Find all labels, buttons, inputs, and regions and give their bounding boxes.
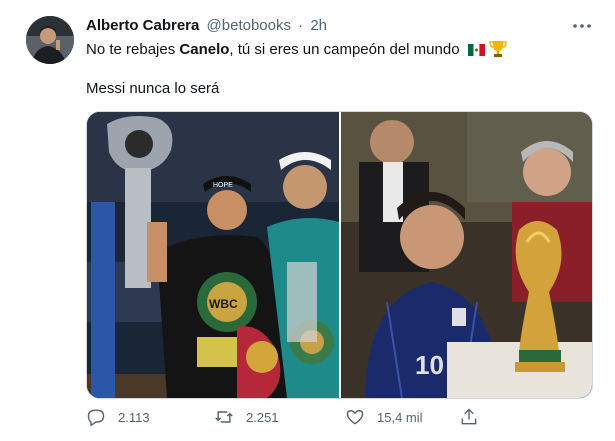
tweet[interactable]: Alberto Cabrera @betobooks · 2h No te re… [0, 0, 615, 441]
trophy-icon [489, 41, 507, 57]
share-icon [461, 408, 477, 425]
more-options-button[interactable] [570, 14, 594, 38]
avatar[interactable] [26, 16, 74, 64]
reply-button[interactable]: 2.113 [86, 402, 150, 432]
tweet-time[interactable]: 2h [310, 17, 327, 34]
tweet-text-line-2: Messi nunca lo será [86, 80, 220, 97]
jersey-number: 10 [415, 350, 444, 380]
more-icon [573, 24, 591, 28]
author-name[interactable]: Alberto Cabrera [86, 17, 199, 34]
tweet-media[interactable]: HOPE WBC 10 [86, 111, 593, 399]
tweet-actions: 2.113 2.251 15,4 mil [86, 402, 591, 432]
author-handle[interactable]: @betobooks [207, 17, 291, 34]
mexico-flag-icon [467, 43, 485, 57]
like-button[interactable]: 15,4 mil [345, 402, 423, 432]
separator-dot: · [298, 17, 304, 34]
tweet-text-line-1: No te rebajes Canelo, tú si eres un camp… [86, 40, 507, 61]
belt-text: WBC [209, 297, 238, 311]
like-count: 15,4 mil [377, 409, 423, 425]
retweet-count: 2.251 [246, 409, 279, 425]
media-photos: HOPE WBC 10 [87, 112, 592, 398]
heart-icon [346, 410, 364, 425]
retweet-button[interactable]: 2.251 [214, 402, 279, 432]
svg-text:HOPE: HOPE [213, 182, 233, 189]
avatar-image [26, 16, 74, 64]
tweet-text-part1: No te rebajes [86, 41, 180, 58]
share-button[interactable] [459, 402, 479, 432]
tweet-emojis [467, 40, 507, 61]
photo-left-boxing[interactable]: HOPE WBC [87, 112, 339, 398]
tweet-text-bold: Canelo [179, 41, 230, 58]
photo-right-messi[interactable]: 10 [341, 112, 592, 398]
tweet-text-part2: , tú si eres un campeón del mundo [229, 41, 460, 58]
reply-icon [87, 409, 105, 427]
tweet-header: Alberto Cabrera @betobooks · 2h [86, 17, 327, 34]
reply-count: 2.113 [118, 409, 150, 425]
retweet-icon [215, 411, 233, 423]
